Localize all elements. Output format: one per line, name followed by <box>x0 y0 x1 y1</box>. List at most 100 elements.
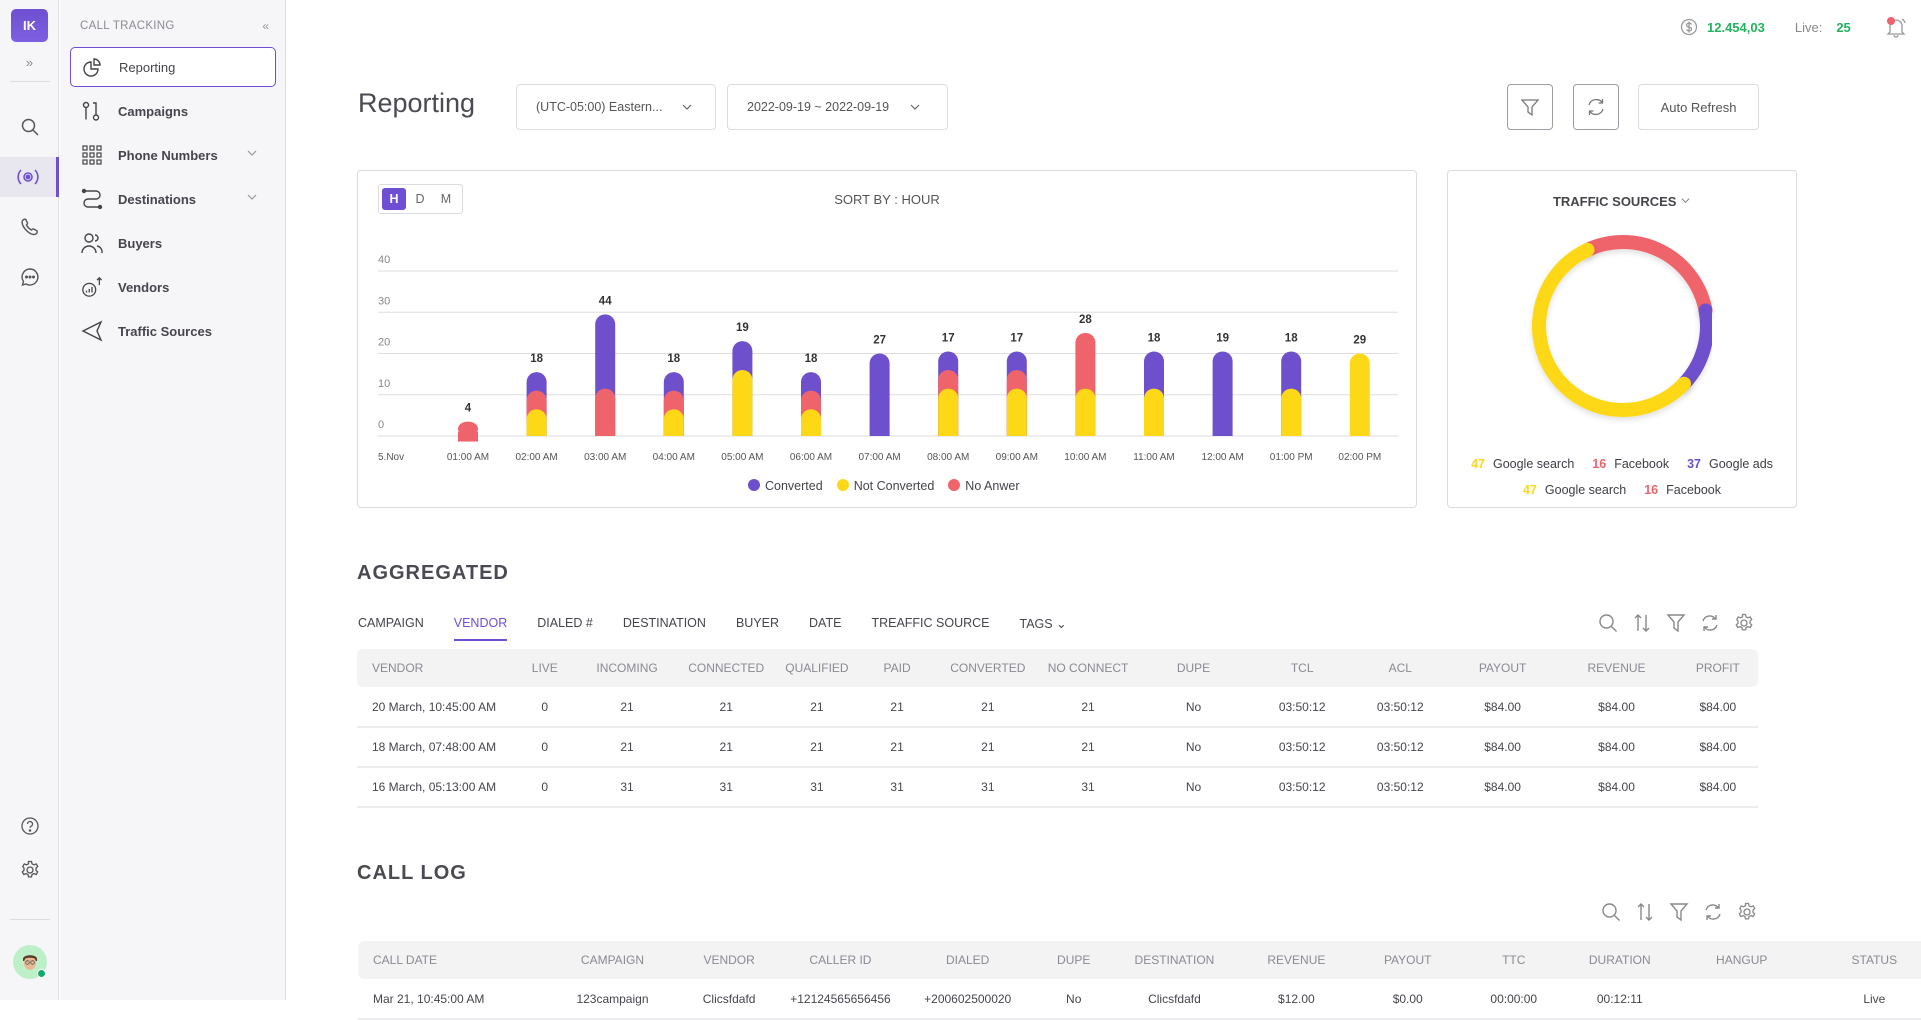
rail-chat-icon[interactable] <box>0 257 59 297</box>
table-row[interactable]: 18 March, 07:48:00 AM 0 21 21 21 21 21 21 No 03:5… <box>357 727 1758 768</box>
traffic-sources-card: TRAFFIC SOURCES 47 Google search 16 Faceboo… <box>1447 170 1797 508</box>
tab-date[interactable]: DATE <box>809 616 841 641</box>
rail-search-icon[interactable] <box>0 107 59 147</box>
collapse-sidebar-icon[interactable]: « <box>262 19 269 33</box>
table-cell: 00:00:00 <box>1460 979 1567 1020</box>
table-cell: $84.00 <box>1449 727 1556 768</box>
tab-vendor[interactable]: VENDOR <box>453 616 508 641</box>
live-count: 25 <box>1836 19 1851 35</box>
column-header[interactable]: LIVE <box>515 649 574 687</box>
legend-item-converted[interactable]: Converted <box>748 479 823 493</box>
chevron-down-icon[interactable] <box>246 147 258 159</box>
legend-item-no-answer[interactable]: No Anwer <box>948 479 1020 493</box>
filter-icon[interactable] <box>1668 901 1690 923</box>
sidebar-item-campaigns[interactable]: Campaigns <box>70 91 276 131</box>
traffic-sources-dropdown[interactable]: TRAFFIC SOURCES <box>1448 194 1796 209</box>
call-log-table: CALL DATE CAMPAIGN VENDOR CALLER ID DIALED DU… <box>358 941 1921 1020</box>
sidebar-item-destinations[interactable]: Destinations <box>70 179 276 219</box>
column-header[interactable]: CALL DATE <box>358 941 549 979</box>
column-header[interactable]: DURATION <box>1567 941 1673 979</box>
table-cell: 03:50:12 <box>1253 767 1351 808</box>
rail-phone-icon[interactable] <box>0 207 59 247</box>
table-cell: 21 <box>679 687 773 728</box>
column-header[interactable]: PAID <box>861 649 933 687</box>
column-header[interactable]: QUALIFIED <box>773 649 862 687</box>
sidebar-item-phone-numbers[interactable]: Phone Numbers <box>70 135 276 175</box>
chevron-down-icon[interactable] <box>246 191 258 203</box>
legend-label: Facebook <box>1614 457 1670 471</box>
sort-icon[interactable] <box>1634 901 1656 923</box>
donut-slice-google-search <box>1532 242 1692 417</box>
notifications-bell-icon[interactable] <box>1885 16 1907 38</box>
column-header[interactable]: DIALED <box>899 941 1037 979</box>
search-icon[interactable] <box>1597 612 1619 634</box>
help-icon[interactable] <box>0 806 59 846</box>
notification-badge <box>1886 17 1895 25</box>
call-log-row[interactable]: Mar 21, 10:45:00 AM 123campaign Clicsfdafd… <box>358 979 1921 1020</box>
column-header[interactable]: DUPE <box>1037 941 1111 979</box>
tab-treaffic-source[interactable]: TREAFFIC SOURCE <box>871 616 989 641</box>
sidebar-item-buyers[interactable]: Buyers <box>70 223 276 263</box>
date-range-picker[interactable]: 2022-09-19 ~ 2022-09-19 <box>727 84 948 130</box>
bar-total-label: 4 <box>465 403 472 415</box>
tab-tags[interactable]: TAGS ⌄ <box>1020 616 1067 641</box>
expand-sidebar-icon[interactable]: » <box>0 55 59 70</box>
column-header[interactable]: PROFIT <box>1678 649 1758 687</box>
workspace-logo[interactable]: IK <box>11 9 48 42</box>
sidebar-item-vendors[interactable]: Vendors <box>70 267 276 307</box>
x-tick-label: 12:00 AM <box>1201 452 1243 463</box>
table-cell: 21 <box>1042 727 1134 768</box>
column-header[interactable]: DUPE <box>1133 649 1253 687</box>
send-icon <box>81 320 103 342</box>
bar-total-label: 18 <box>1285 332 1298 344</box>
column-header[interactable]: VENDOR <box>357 649 515 687</box>
column-header[interactable]: CAMPAIGN <box>549 941 676 979</box>
column-header[interactable]: INCOMING <box>574 649 679 687</box>
column-header[interactable]: REVENUE <box>1555 649 1677 687</box>
settings-icon[interactable] <box>1733 612 1755 634</box>
tab-dialed[interactable]: DIALED # <box>537 616 593 641</box>
tab-destination[interactable]: DESTINATION <box>623 616 706 641</box>
donut-legend-item: 16 Facebook <box>1592 457 1669 471</box>
column-header[interactable]: TCL <box>1254 649 1351 687</box>
auto-refresh-button[interactable]: Auto Refresh <box>1638 84 1759 130</box>
table-cell: $84.00 <box>1677 687 1758 728</box>
sidebar-header: CALL TRACKING <box>80 20 175 32</box>
donut-legend-item: 37 Google ads <box>1687 457 1773 471</box>
tab-buyer[interactable]: BUYER <box>736 616 779 641</box>
filter-icon[interactable] <box>1665 612 1687 634</box>
tab-campaign[interactable]: CAMPAIGN <box>358 616 424 641</box>
filter-button[interactable] <box>1507 84 1553 130</box>
column-header[interactable]: TTC <box>1461 941 1567 979</box>
settings-icon[interactable] <box>0 850 59 890</box>
sidebar-item-traffic-sources[interactable]: Traffic Sources <box>70 311 276 351</box>
column-header[interactable]: ACL <box>1351 649 1450 687</box>
column-header[interactable]: CONVERTED <box>933 649 1043 687</box>
sort-icon[interactable] <box>1631 612 1653 634</box>
rail-call-tracking-icon[interactable] <box>0 157 59 197</box>
settings-icon[interactable] <box>1736 901 1758 923</box>
refresh-button[interactable] <box>1573 84 1619 130</box>
column-header[interactable]: VENDOR <box>676 941 782 979</box>
refresh-icon[interactable] <box>1699 612 1721 634</box>
user-avatar[interactable] <box>13 945 47 979</box>
column-header[interactable]: PAYOUT <box>1355 941 1461 979</box>
column-header[interactable]: DESTINATION <box>1111 941 1238 979</box>
column-header[interactable]: CALLER ID <box>782 941 899 979</box>
refresh-icon[interactable] <box>1702 901 1724 923</box>
timezone-select[interactable]: (UTC-05:00) Eastern... <box>516 84 716 130</box>
donut-legend-row: 47 Google search 16 Facebook <box>1448 477 1796 503</box>
column-header[interactable]: HANGUP <box>1673 941 1811 979</box>
table-row[interactable]: 16 March, 05:13:00 AM 0 31 31 31 31 31 31 No 03:5… <box>357 767 1758 808</box>
table-row[interactable]: 20 March, 10:45:00 AM 0 21 21 21 21 21 21 No 03:5… <box>357 687 1758 728</box>
column-header[interactable]: CONNECTED <box>680 649 773 687</box>
column-header[interactable]: NO CONNECT <box>1043 649 1134 687</box>
bar-total-label: 17 <box>942 332 955 344</box>
column-header[interactable]: PAYOUT <box>1450 649 1555 687</box>
search-icon[interactable] <box>1600 901 1622 923</box>
column-header[interactable]: REVENUE <box>1238 941 1355 979</box>
column-header[interactable]: STATUS <box>1811 941 1921 979</box>
legend-item-not-converted[interactable]: Not Converted <box>836 479 934 493</box>
sidebar-item-reporting[interactable]: Reporting <box>70 47 276 87</box>
table-cell: 18 March, 07:48:00 AM <box>357 727 516 768</box>
